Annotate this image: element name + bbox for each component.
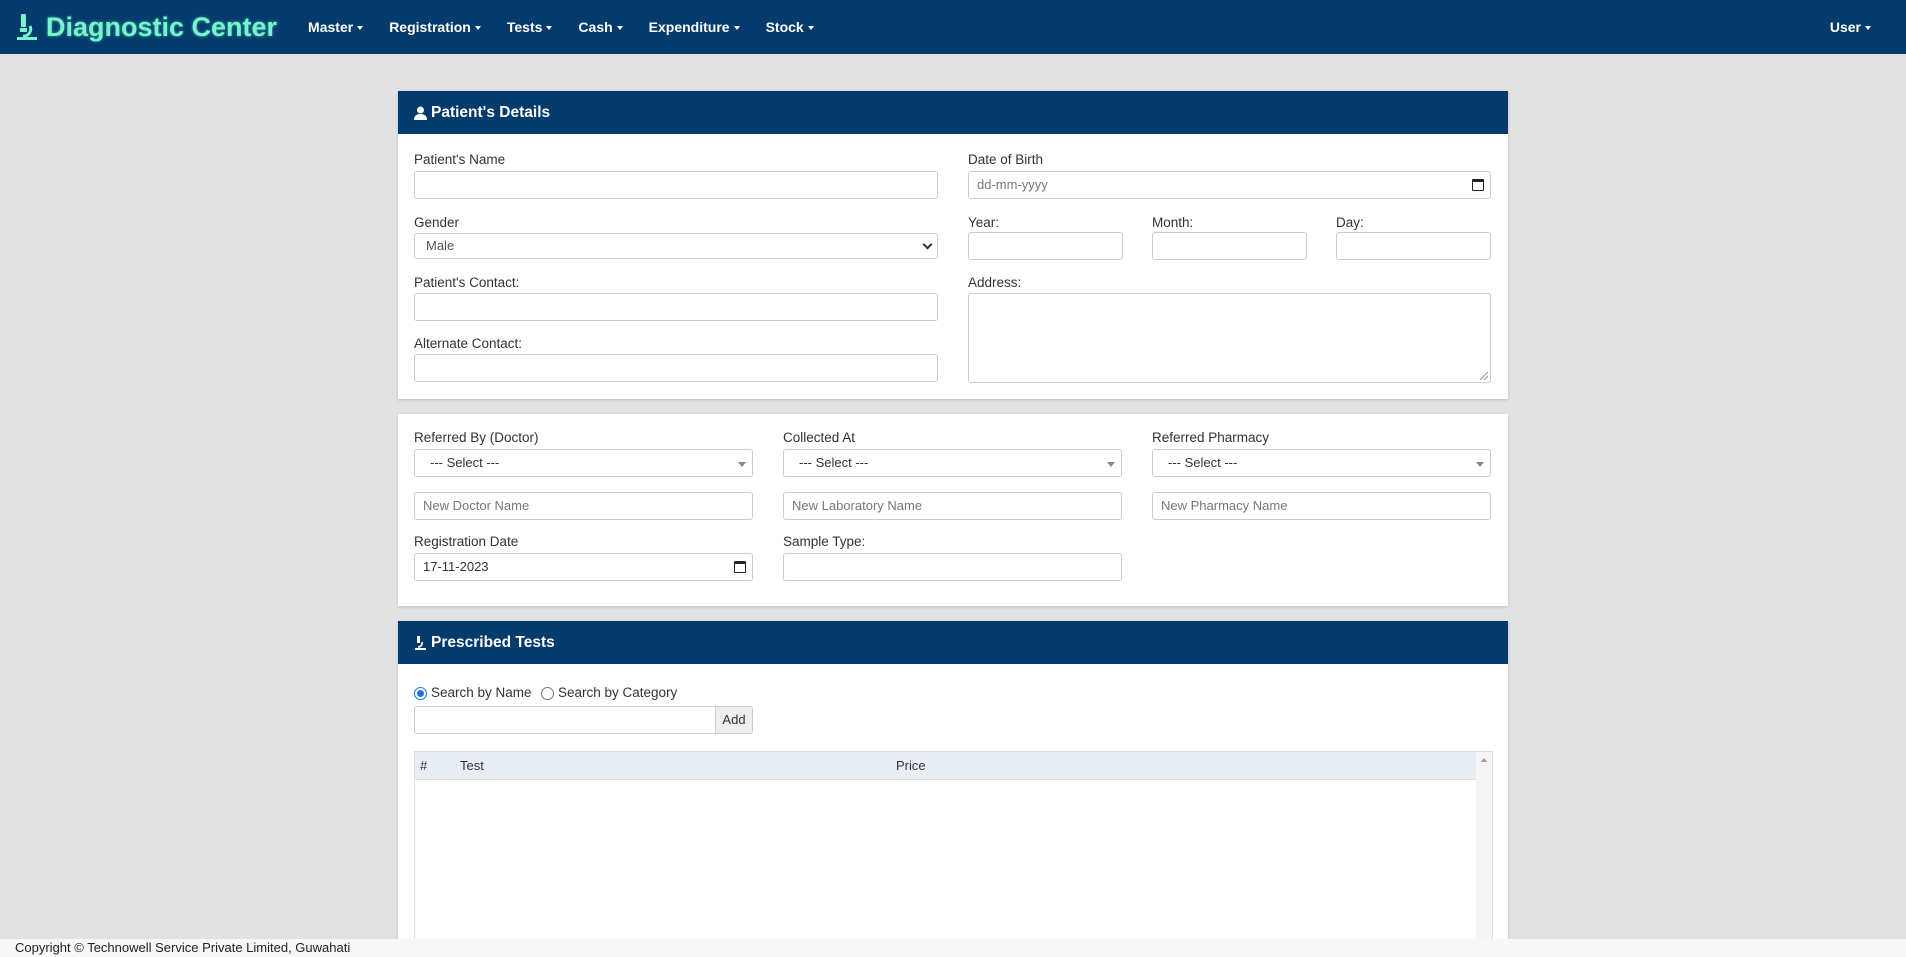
search-by-name-radio[interactable]: [414, 687, 427, 700]
caret-down-icon: [357, 26, 364, 31]
dob-label: Date of Birth: [968, 152, 1044, 167]
year-label: Year:: [968, 215, 1000, 230]
search-by-category-radio[interactable]: [541, 687, 554, 700]
resize-handle-icon[interactable]: [1480, 372, 1488, 380]
contact-label: Patient's Contact:: [414, 275, 520, 290]
new-laboratory-placeholder: New Laboratory Name: [792, 498, 923, 513]
collected-at-label: Collected At: [783, 430, 856, 445]
referred-doctor-select[interactable]: --- Select ---: [414, 449, 753, 477]
referred-pharmacy-label: Referred Pharmacy: [1152, 430, 1270, 445]
new-doctor-placeholder: New Doctor Name: [423, 498, 530, 513]
top-navbar: Diagnostic Center Master Registration Te…: [0, 0, 1906, 54]
prescribed-tests-table: # Test Price: [414, 751, 1493, 939]
menu-cash-label: Cash: [578, 19, 613, 35]
referred-pharmacy-select[interactable]: --- Select ---: [1152, 449, 1491, 477]
new-pharmacy-input[interactable]: New Pharmacy Name: [1152, 492, 1491, 520]
menu-user[interactable]: User: [1817, 0, 1884, 54]
caret-down-icon: [733, 26, 740, 31]
menu-master[interactable]: Master: [295, 0, 376, 54]
referred-pharmacy-selected: --- Select ---: [1168, 455, 1238, 470]
prescribed-tests-title: Prescribed Tests: [431, 634, 555, 651]
patient-details-title: Patient's Details: [431, 104, 551, 121]
test-search-input[interactable]: [414, 706, 716, 734]
referral-panel: Referred By (Doctor) --- Select --- New …: [398, 414, 1508, 606]
menu-registration-label: Registration: [389, 19, 471, 35]
dropdown-arrow-icon: [1476, 462, 1484, 467]
gender-label: Gender: [414, 215, 460, 230]
dropdown-arrow-icon: [1107, 462, 1115, 467]
menu-user-label: User: [1829, 19, 1861, 35]
column-test-header: Test: [460, 758, 484, 773]
year-input[interactable]: [968, 232, 1123, 260]
menu-tests[interactable]: Tests: [494, 0, 566, 54]
registration-date-value: 17-11-2023: [423, 559, 489, 574]
referred-doctor-label: Referred By (Doctor): [414, 430, 539, 445]
alt-contact-label: Alternate Contact:: [414, 336, 523, 351]
sample-type-label: Sample Type:: [783, 534, 866, 549]
new-pharmacy-placeholder: New Pharmacy Name: [1161, 498, 1288, 513]
search-by-category-label[interactable]: Search by Category: [558, 685, 677, 700]
dob-input[interactable]: dd-mm-yyyy: [968, 171, 1491, 199]
menu-expenditure-label: Expenditure: [648, 19, 730, 35]
alt-contact-input[interactable]: [414, 354, 938, 382]
day-input[interactable]: [1336, 232, 1491, 260]
brand-logo-link[interactable]: Diagnostic Center: [14, 0, 277, 54]
patient-details-panel: Patient's Details Patient's Name Date of…: [398, 91, 1508, 399]
sample-type-input[interactable]: [783, 553, 1122, 581]
gender-select[interactable]: Male: [414, 233, 938, 259]
month-input[interactable]: [1152, 232, 1307, 260]
microscope-icon: [17, 14, 37, 40]
calendar-icon[interactable]: [734, 561, 746, 573]
patient-name-label: Patient's Name: [414, 152, 506, 167]
search-by-name-label[interactable]: Search by Name: [431, 685, 532, 700]
menu-registration[interactable]: Registration: [376, 0, 494, 54]
caret-down-icon: [474, 26, 481, 31]
registration-date-input[interactable]: 17-11-2023: [414, 553, 753, 581]
table-header: # Test Price: [415, 752, 1476, 780]
caret-down-icon: [807, 26, 814, 31]
calendar-icon[interactable]: [1472, 179, 1484, 191]
menu-master-label: Master: [308, 19, 354, 35]
new-laboratory-input[interactable]: New Laboratory Name: [783, 492, 1122, 520]
dropdown-arrow-icon: [738, 462, 746, 467]
add-test-button[interactable]: Add: [715, 706, 753, 734]
scroll-up-icon[interactable]: [1481, 758, 1487, 762]
menu-stock[interactable]: Stock: [753, 0, 827, 54]
column-number-header: #: [420, 758, 428, 773]
new-doctor-input[interactable]: New Doctor Name: [414, 492, 753, 520]
menu-expenditure[interactable]: Expenditure: [636, 0, 753, 54]
caret-down-icon: [1865, 26, 1871, 31]
microscope-icon: [415, 635, 426, 650]
caret-down-icon: [546, 26, 553, 31]
caret-down-icon: [616, 26, 623, 31]
patient-name-input[interactable]: [414, 171, 938, 199]
referred-doctor-selected: --- Select ---: [430, 455, 500, 470]
prescribed-tests-panel: Prescribed Tests Search by Name Search b…: [398, 621, 1508, 939]
registration-date-label: Registration Date: [414, 534, 519, 549]
collected-at-selected: --- Select ---: [799, 455, 869, 470]
gender-selected-value: Male: [426, 238, 455, 253]
address-textarea[interactable]: [968, 293, 1491, 383]
address-label: Address:: [968, 275, 1022, 290]
footer: Copyright © Technowell Service Private L…: [0, 939, 1906, 957]
day-label: Day:: [1336, 215, 1364, 230]
chevron-down-icon: [922, 239, 933, 250]
collected-at-select[interactable]: --- Select ---: [783, 449, 1122, 477]
patient-details-heading: Patient's Details: [398, 91, 1508, 134]
main-menu: Master Registration Tests Cash Expenditu…: [295, 0, 827, 54]
menu-stock-label: Stock: [765, 19, 804, 35]
month-label: Month:: [1152, 215, 1194, 230]
menu-cash[interactable]: Cash: [565, 0, 635, 54]
contact-input[interactable]: [414, 293, 938, 321]
column-price-header: Price: [896, 758, 926, 773]
user-icon: [414, 106, 427, 120]
brand-title[interactable]: Diagnostic Center: [46, 12, 277, 43]
copyright-text: Copyright © Technowell Service Private L…: [15, 940, 351, 955]
dob-placeholder: dd-mm-yyyy: [977, 177, 1048, 192]
table-scrollbar[interactable]: [1476, 752, 1492, 939]
prescribed-tests-heading: Prescribed Tests: [398, 621, 1508, 664]
menu-tests-label: Tests: [506, 19, 543, 35]
